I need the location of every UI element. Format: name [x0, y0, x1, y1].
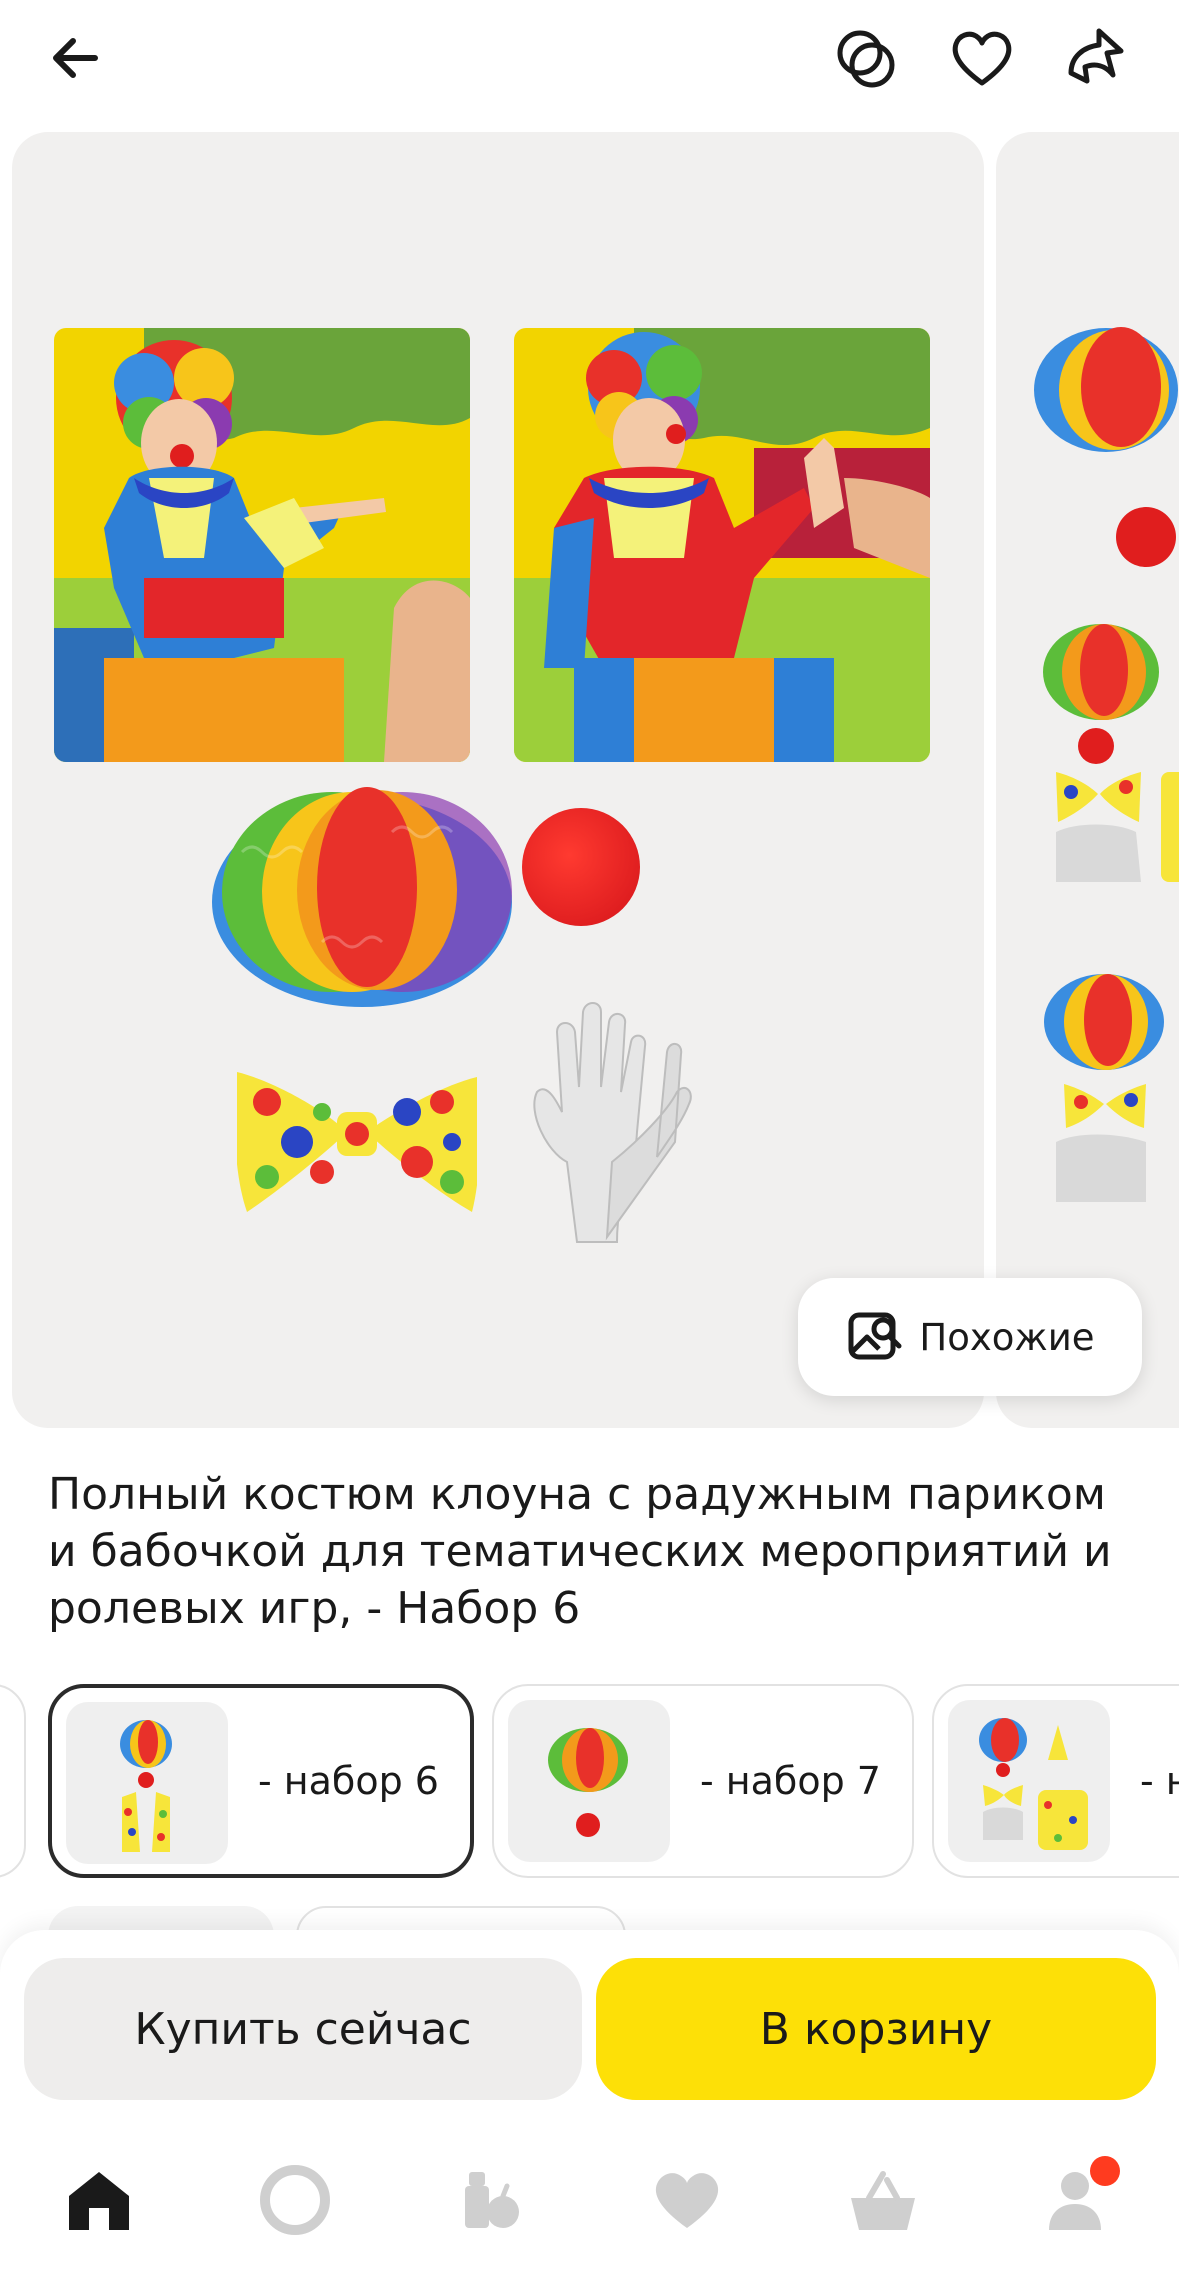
variant-card-set-8[interactable]: - н: [932, 1684, 1179, 1878]
tab-profile[interactable]: [1024, 2150, 1134, 2250]
top-bar: [0, 0, 1179, 120]
variant-selector: - набор 6 - набор 7 - н: [0, 1684, 1179, 1880]
variant-card-set-7[interactable]: - набор 7: [492, 1684, 914, 1878]
back-button[interactable]: [36, 18, 116, 98]
product-gallery-main[interactable]: [12, 132, 984, 1428]
catalog-icon: [465, 2172, 519, 2228]
arrow-left-icon: [53, 38, 98, 78]
favorite-button[interactable]: [942, 18, 1022, 98]
variant-thumbnail: [508, 1700, 670, 1862]
product-photo-bow-tie: [234, 1062, 481, 1222]
tab-catalog[interactable]: [436, 2150, 546, 2250]
similar-products-button[interactable]: Похожие: [798, 1278, 1142, 1396]
share-button[interactable]: [1056, 18, 1136, 98]
tab-favorites[interactable]: [632, 2150, 742, 2250]
variant-card-previous[interactable]: [0, 1684, 26, 1878]
favorites-icon: [655, 2173, 719, 2228]
variant-label: - набор 7: [700, 1759, 881, 1803]
add-to-cart-button[interactable]: В корзину: [596, 1958, 1156, 2100]
product-photo-white-gloves: [517, 992, 697, 1252]
tab-cart[interactable]: [828, 2150, 938, 2250]
notification-dot: [1090, 2156, 1120, 2186]
bottom-tab-bar: [0, 2140, 1179, 2284]
product-photo-clown-high-five: [514, 328, 930, 762]
home-icon: [69, 2172, 129, 2230]
product-photo-clown-pointing: [54, 328, 470, 762]
tab-home[interactable]: [44, 2150, 154, 2250]
variant-card-set-6[interactable]: - набор 6: [48, 1684, 474, 1878]
buy-now-button[interactable]: Купить сейчас: [24, 1958, 582, 2100]
similar-label: Похожие: [919, 1315, 1095, 1359]
product-photo-rainbow-wig: [202, 772, 522, 1012]
product-title: Полный костюм клоуна с радужным париком …: [48, 1469, 1112, 1634]
product-gallery-next[interactable]: [996, 132, 1179, 1428]
variant-label: - н: [1140, 1759, 1179, 1803]
variant-thumbnail: [66, 1702, 228, 1864]
compare-button[interactable]: [826, 18, 906, 98]
variant-thumbnail: [948, 1700, 1110, 1862]
alice-icon: [260, 2165, 330, 2235]
image-search-icon: [848, 1312, 902, 1360]
product-photo-red-nose: [522, 808, 640, 926]
cart-icon: [851, 2171, 915, 2230]
compare-icon: [837, 30, 895, 88]
share-icon: [1068, 28, 1124, 84]
heart-icon: [952, 31, 1012, 86]
tab-alice[interactable]: [240, 2150, 350, 2250]
variant-label: - набор 6: [258, 1759, 439, 1803]
